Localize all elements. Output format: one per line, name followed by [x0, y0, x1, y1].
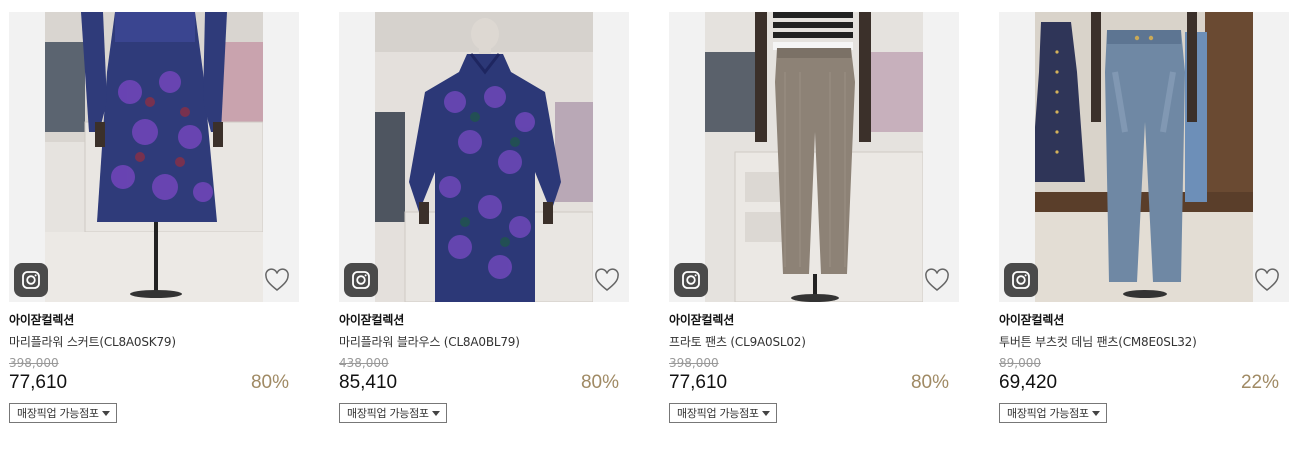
sale-price: 85,410	[339, 372, 398, 393]
original-price: 398,000	[9, 356, 59, 370]
caret-down-icon	[431, 411, 440, 416]
store-pickup-dropdown[interactable]: 매장픽업 가능점포	[999, 403, 1107, 423]
product-grid: 아이잗컬렉션 마리플라워 스커트(CL8A0SK79) 398,000 77,6…	[0, 0, 1297, 453]
instagram-icon[interactable]	[1004, 263, 1038, 297]
product-name-link[interactable]: 프라토 팬츠 (CL9A0SL02)	[669, 333, 959, 350]
discount-rate: 80%	[250, 372, 289, 393]
instagram-icon[interactable]	[14, 263, 48, 297]
heart-outline-icon[interactable]	[264, 268, 290, 292]
original-price: 89,000	[999, 356, 1041, 370]
product-image-link[interactable]	[9, 12, 299, 302]
product-image-link[interactable]	[669, 12, 959, 302]
product-photo	[1035, 12, 1253, 302]
store-pickup-dropdown[interactable]: 매장픽업 가능점포	[669, 403, 777, 423]
sale-price: 77,610	[9, 372, 68, 393]
heart-outline-icon[interactable]	[1254, 268, 1280, 292]
product-photo	[45, 12, 263, 302]
store-pickup-dropdown[interactable]: 매장픽업 가능점포	[9, 403, 117, 423]
store-pickup-label: 매장픽업 가능점포	[1007, 407, 1089, 420]
product-photo	[375, 12, 593, 302]
brand-name: 아이잗컬렉션	[999, 313, 1065, 327]
caret-down-icon	[101, 411, 110, 416]
product-card[interactable]: 아이잗컬렉션 마리플라워 블라우스 (CL8A0BL79) 438,000 85…	[339, 12, 629, 423]
product-card[interactable]: 아이잗컬렉션 프라토 팬츠 (CL9A0SL02) 398,000 77,610…	[669, 12, 959, 423]
original-price: 398,000	[669, 356, 719, 370]
product-image-link[interactable]	[339, 12, 629, 302]
brand-name: 아이잗컬렉션	[9, 313, 75, 327]
product-photo	[705, 12, 923, 302]
caret-down-icon	[761, 411, 770, 416]
product-name-link[interactable]: 마리플라워 스커트(CL8A0SK79)	[9, 333, 299, 350]
original-price: 438,000	[339, 356, 389, 370]
brand-name: 아이잗컬렉션	[669, 313, 735, 327]
product-name-link[interactable]: 마리플라워 블라우스 (CL8A0BL79)	[339, 333, 629, 350]
discount-rate: 22%	[1240, 372, 1279, 393]
store-pickup-dropdown[interactable]: 매장픽업 가능점포	[339, 403, 447, 423]
discount-rate: 80%	[580, 372, 619, 393]
heart-outline-icon[interactable]	[594, 268, 620, 292]
store-pickup-label: 매장픽업 가능점포	[17, 407, 99, 420]
caret-down-icon	[1091, 411, 1100, 416]
discount-rate: 80%	[910, 372, 949, 393]
product-image-link[interactable]	[999, 12, 1289, 302]
sale-price: 69,420	[999, 372, 1058, 393]
instagram-icon[interactable]	[674, 263, 708, 297]
instagram-icon[interactable]	[344, 263, 378, 297]
heart-outline-icon[interactable]	[924, 268, 950, 292]
brand-name: 아이잗컬렉션	[339, 313, 405, 327]
product-card[interactable]: 아이잗컬렉션 마리플라워 스커트(CL8A0SK79) 398,000 77,6…	[9, 12, 299, 423]
product-name-link[interactable]: 투버튼 부츠컷 데님 팬츠(CM8E0SL32)	[999, 333, 1289, 350]
store-pickup-label: 매장픽업 가능점포	[677, 407, 759, 420]
sale-price: 77,610	[669, 372, 728, 393]
store-pickup-label: 매장픽업 가능점포	[347, 407, 429, 420]
product-card[interactable]: 아이잗컬렉션 투버튼 부츠컷 데님 팬츠(CM8E0SL32) 89,000 6…	[999, 12, 1289, 423]
